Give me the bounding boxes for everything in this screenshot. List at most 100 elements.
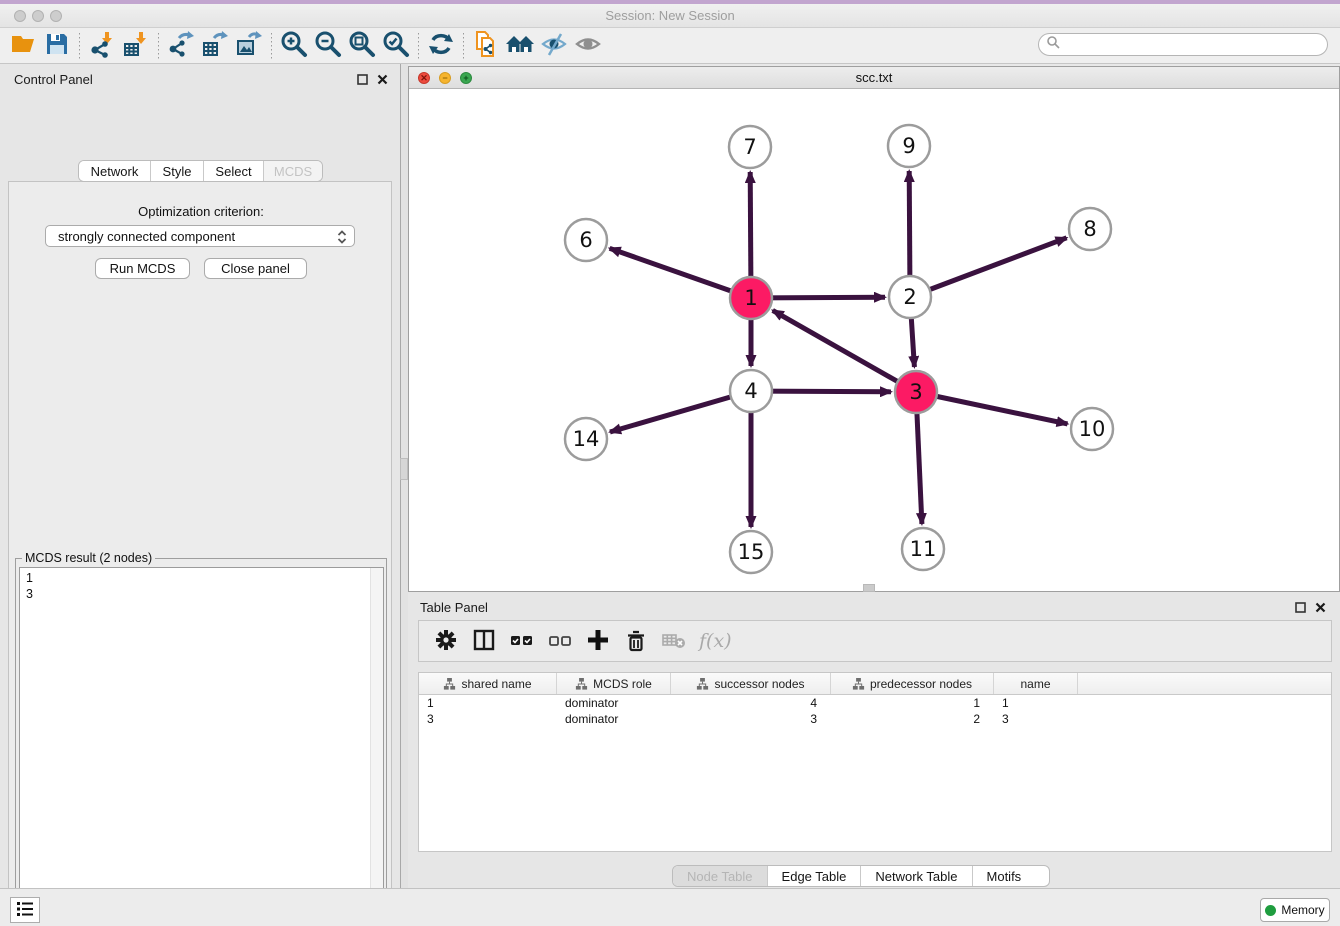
run-mcds-button[interactable]: Run MCDS <box>95 258 190 279</box>
scrollbar-track[interactable] <box>370 568 383 926</box>
table-cell: 1 <box>419 695 557 711</box>
export-table-icon <box>201 30 229 61</box>
toolbar-separator <box>271 33 272 59</box>
zoom-selected-icon <box>382 30 410 61</box>
tab-select[interactable]: Select <box>204 161 264 181</box>
column-header-successor-nodes[interactable]: successor nodes <box>671 673 831 694</box>
deselect-all-columns-button[interactable] <box>543 624 577 658</box>
table-cell: dominator <box>557 695 671 711</box>
close-window-button[interactable] <box>14 10 26 22</box>
zoom-out-button[interactable] <box>311 30 345 62</box>
edge-3-10[interactable] <box>916 392 1068 424</box>
close-panel-button[interactable]: Close panel <box>204 258 307 279</box>
tab-motifs[interactable]: Motifs <box>973 866 1036 886</box>
tab-edge-table[interactable]: Edge Table <box>768 866 862 886</box>
graph-node-1[interactable]: 1 <box>730 277 772 319</box>
node-table[interactable]: shared nameMCDS rolesuccessor nodesprede… <box>418 672 1332 852</box>
select-all-columns-button[interactable] <box>505 624 539 658</box>
mcds-result-group: MCDS result (2 nodes) 13 <box>15 558 387 926</box>
export-image-button[interactable] <box>232 30 266 62</box>
graph-node-4[interactable]: 4 <box>730 370 772 412</box>
close-network-button[interactable]: ✕ <box>418 72 430 84</box>
graph-node-11[interactable]: 11 <box>902 528 944 570</box>
edge-3-1[interactable] <box>773 310 916 392</box>
zoom-window-button[interactable] <box>50 10 62 22</box>
graph-node-7[interactable]: 7 <box>729 126 771 168</box>
delete-column-button[interactable] <box>619 624 653 658</box>
column-type-icon <box>852 678 865 690</box>
network-canvas[interactable]: 7 9 6 8 1 2 4 3 14 10 15 11 <box>409 89 1339 591</box>
column-header-shared-name[interactable]: shared name <box>419 673 557 694</box>
minimize-window-button[interactable] <box>32 10 44 22</box>
home-button[interactable] <box>503 30 537 62</box>
edge-1-6[interactable] <box>610 248 751 298</box>
export-table-button[interactable] <box>198 30 232 62</box>
tab-style[interactable]: Style <box>151 161 204 181</box>
float-panel-icon[interactable] <box>357 72 368 90</box>
criterion-select[interactable]: strongly connected component <box>45 225 355 247</box>
trash-icon <box>624 628 648 655</box>
float-panel-icon[interactable] <box>1295 600 1306 618</box>
mcds-result-legend: MCDS result (2 nodes) <box>22 551 155 565</box>
home-icon <box>505 30 535 61</box>
column-header-MCDS-role[interactable]: MCDS role <box>557 673 671 694</box>
memory-button[interactable]: Memory <box>1260 898 1330 922</box>
task-history-button[interactable] <box>10 897 40 923</box>
status-bar: Memory <box>0 888 1340 926</box>
graph-node-15[interactable]: 15 <box>730 531 772 573</box>
zoom-fit-button[interactable] <box>345 30 379 62</box>
graph-node-8[interactable]: 8 <box>1069 208 1111 250</box>
network-window-title: scc.txt <box>409 67 1339 89</box>
table-delete-icon <box>661 628 687 655</box>
column-layout-button[interactable] <box>467 624 501 658</box>
open-session-button[interactable] <box>6 30 40 62</box>
search-input[interactable] <box>1060 38 1327 52</box>
tab-node-table[interactable]: Node Table <box>673 866 768 886</box>
table-cell: 4 <box>671 695 831 711</box>
close-panel-icon[interactable] <box>377 72 388 90</box>
table-cell: 3 <box>419 711 557 727</box>
graph-node-10[interactable]: 10 <box>1071 408 1113 450</box>
graph-node-9[interactable]: 9 <box>888 125 930 167</box>
function-builder-button[interactable]: f(x) <box>699 630 732 652</box>
splitter-grip[interactable] <box>400 458 408 480</box>
hide-details-button[interactable] <box>537 30 571 62</box>
refresh-button[interactable] <box>424 30 458 62</box>
graph-node-3[interactable]: 3 <box>895 371 937 413</box>
tab-network[interactable]: Network <box>79 161 151 181</box>
network-graph[interactable]: 7 9 6 8 1 2 4 3 14 10 15 11 <box>409 89 1339 591</box>
graph-node-6[interactable]: 6 <box>565 219 607 261</box>
network-window-titlebar[interactable]: ✕ − + scc.txt <box>409 67 1339 89</box>
close-panel-icon[interactable] <box>1315 600 1326 618</box>
table-row[interactable]: 1dominator411 <box>419 695 1331 711</box>
minimize-network-button[interactable]: − <box>439 72 451 84</box>
graph-node-2[interactable]: 2 <box>889 276 931 318</box>
table-settings-button[interactable] <box>429 624 463 658</box>
horizontal-splitter-grip[interactable] <box>863 584 875 592</box>
import-table-button[interactable] <box>119 30 153 62</box>
column-header-name[interactable]: name <box>994 673 1078 694</box>
control-panel-title: Control Panel <box>14 72 93 87</box>
tab-network-table[interactable]: Network Table <box>861 866 972 886</box>
zoom-network-button[interactable]: + <box>460 72 472 84</box>
add-column-button[interactable] <box>581 624 615 658</box>
search-field[interactable] <box>1038 33 1328 56</box>
show-details-button[interactable] <box>571 30 605 62</box>
graph-node-14[interactable]: 14 <box>565 418 607 460</box>
import-table-icon <box>122 30 150 61</box>
duplicate-network-button[interactable] <box>469 30 503 62</box>
edge-2-8[interactable] <box>910 238 1067 297</box>
column-header-predecessor-nodes[interactable]: predecessor nodes <box>831 673 994 694</box>
import-network-button[interactable] <box>85 30 119 62</box>
save-session-button[interactable] <box>40 30 74 62</box>
main-toolbar <box>0 28 1340 64</box>
delete-table-button[interactable] <box>657 624 691 658</box>
mcds-result-text[interactable]: 13 <box>19 567 384 926</box>
table-row[interactable]: 3dominator323 <box>419 711 1331 727</box>
tab-mcds[interactable]: MCDS <box>264 161 322 181</box>
node-label: 4 <box>744 379 757 403</box>
zoom-in-button[interactable] <box>277 30 311 62</box>
export-network-button[interactable] <box>164 30 198 62</box>
toolbar-separator <box>158 33 159 59</box>
zoom-selected-button[interactable] <box>379 30 413 62</box>
